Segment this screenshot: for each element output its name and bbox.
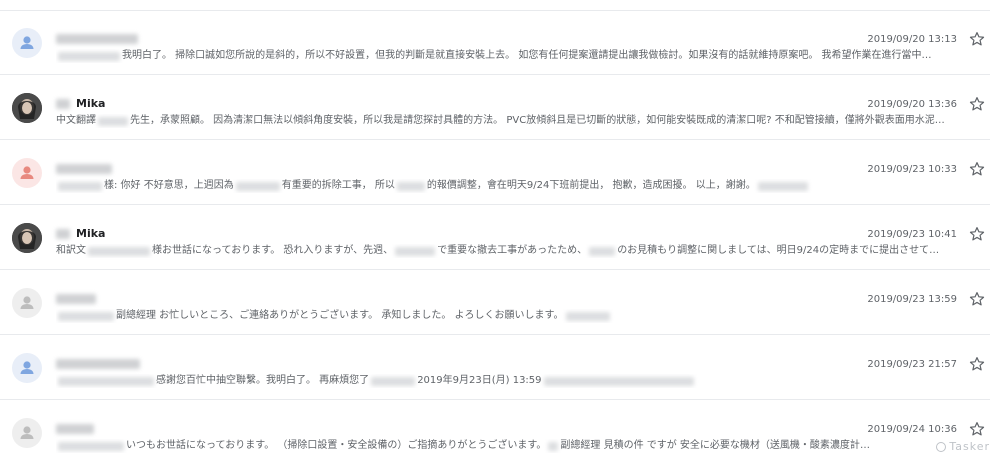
redacted-sender: [56, 98, 70, 109]
redacted-text: [58, 311, 114, 321]
redacted-sender: [56, 358, 140, 369]
star-outline-icon[interactable]: [968, 160, 986, 178]
message-row[interactable]: 2019/09/23 21:57 感謝您百忙中抽空聯繫。我明白了。 再麻煩您了 …: [0, 336, 990, 400]
redacted-text: [543, 376, 694, 386]
redacted-sender: [56, 293, 96, 304]
sender-avatar: [12, 93, 42, 123]
redacted-text: [58, 181, 102, 191]
snippet-text-end: のお見積もり調整に関しましては、明日9/24の定時までに提出させて: [617, 245, 930, 256]
redacted-text: [395, 246, 436, 256]
photo-avatar: [12, 93, 42, 123]
person-icon: [20, 361, 34, 374]
redacted-sender: [56, 228, 70, 239]
snippet-text: 樣: 你好 不好意思，上週因為: [104, 180, 234, 191]
message-snippet: 我明白了。 掃除口誠如您所說的是斜的，所以不好設置，但我的判斷是就直接安裝上去。…: [56, 49, 976, 63]
sender-avatar: [12, 158, 42, 188]
sender-avatar: [12, 288, 42, 318]
message-snippet: 副總經理 お忙しいところ、ご連絡ありがとうございます。 承知しました。 よろしく…: [56, 309, 976, 323]
message-date: 2019/09/23 10:41: [867, 229, 957, 240]
redacted-text: [548, 441, 559, 451]
redacted-sender: [56, 163, 112, 174]
snippet-prefix: 和訳文: [56, 245, 86, 256]
message-date: 2019/09/23 21:57: [867, 359, 957, 370]
redacted-text: [58, 376, 154, 386]
message-row[interactable]: Mika 2019/09/20 13:36 中文翻譯 先生，承蒙照顧。 因為清潔…: [0, 76, 990, 140]
message-snippet: 感謝您百忙中抽空聯繫。我明白了。 再麻煩您了 2019年9月23日(月) 13:…: [56, 374, 976, 388]
message-row[interactable]: 2019/09/20 13:13 我明白了。 掃除口誠如您所說的是斜的，所以不好…: [0, 11, 990, 75]
redacted-text: [58, 441, 124, 451]
redacted-sender: [56, 423, 94, 434]
redacted-text: [235, 181, 280, 191]
sender-name: [56, 292, 96, 305]
snippet-text-mid: で重要な撤去工事があったため、: [437, 245, 588, 256]
message-snippet: 中文翻譯 先生，承蒙照顧。 因為清潔口無法以傾斜角度安裝，所以我是請您探討具體的…: [56, 114, 976, 128]
sender-name: Mika: [56, 227, 105, 240]
snippet-ellipsis: …: [934, 115, 945, 126]
snippet-text-end: 的報價調整，會在明天9/24下班前提出， 抱歉，造成困擾。 以上，謝謝。: [426, 180, 756, 191]
sender-avatar: [12, 418, 42, 448]
star-outline-icon[interactable]: [968, 355, 986, 373]
snippet-text: 先生，承蒙照顧。 因為清潔口無法以傾斜角度安裝，所以我是請您探討具體的方法。 P…: [130, 115, 935, 126]
sender-avatar: [12, 28, 42, 58]
sender-name: [56, 162, 112, 175]
message-snippet: 和訳文 様お世話になっております。 恐れ入りますが、先週、 で重要な撤去工事があ…: [56, 244, 976, 258]
message-list: 2019/09/20 13:13 我明白了。 掃除口誠如您所說的是斜的，所以不好…: [0, 0, 1000, 461]
snippet-text-mid: 副總經理 見積の件 ですが 安全に必要な機材（送風機・酸素濃度計: [560, 440, 860, 451]
snippet-text-mid: 有重要的拆除工事， 所以: [281, 180, 395, 191]
redacted-text: [757, 181, 808, 191]
redacted-text: [371, 376, 416, 386]
snippet-text: 様お世話になっております。 恐れ入りますが、先週、: [152, 245, 394, 256]
person-icon: [20, 426, 34, 439]
person-icon: [20, 166, 34, 179]
photo-avatar: [12, 223, 42, 253]
snippet-text-mid: 2019年9月23日(月) 13:59: [417, 375, 542, 386]
message-row[interactable]: 2019/09/24 10:36 いつもお世話になっております。 （掃除口設置・…: [0, 401, 990, 465]
redacted-text: [589, 246, 616, 256]
star-outline-icon[interactable]: [968, 420, 986, 438]
message-date: 2019/09/23 13:59: [867, 294, 957, 305]
sender-name: Mika: [56, 97, 105, 110]
message-row[interactable]: 2019/09/23 13:59 副總經理 お忙しいところ、ご連絡ありがとうござ…: [0, 271, 990, 335]
watermark-logo-icon: [936, 441, 947, 452]
snippet-text: いつもお世話になっております。 （掃除口設置・安全設備の）ご指摘ありがとうござい…: [126, 440, 547, 451]
message-row[interactable]: Mika 2019/09/23 10:41 和訳文 様お世話になっております。 …: [0, 206, 990, 270]
person-icon: [20, 296, 34, 309]
message-date: 2019/09/20 13:36: [867, 99, 957, 110]
redacted-sender: [56, 33, 138, 44]
sender-avatar: [12, 223, 42, 253]
snippet-text: 感謝您百忙中抽空聯繫。我明白了。 再麻煩您了: [156, 375, 370, 386]
redacted-text: [58, 51, 120, 61]
snippet-ellipsis: …: [859, 440, 870, 451]
snippet-text: 副總經理 お忙しいところ、ご連絡ありがとうございます。 承知しました。 よろしく…: [116, 310, 564, 321]
sender-avatar: [12, 353, 42, 383]
snippet-ellipsis: …: [921, 50, 932, 61]
star-outline-icon[interactable]: [968, 95, 986, 113]
redacted-text: [396, 181, 425, 191]
star-outline-icon[interactable]: [968, 290, 986, 308]
star-outline-icon[interactable]: [968, 30, 986, 48]
watermark-text: Tasker: [949, 440, 990, 453]
message-date: 2019/09/23 10:33: [867, 164, 957, 175]
message-snippet: 樣: 你好 不好意思，上週因為 有重要的拆除工事， 所以 的報價調整，會在明天9…: [56, 179, 976, 193]
redacted-text: [88, 246, 150, 256]
star-outline-icon[interactable]: [968, 225, 986, 243]
redacted-text: [98, 116, 128, 126]
snippet-text: 我明白了。 掃除口誠如您所說的是斜的，所以不好設置，但我的判斷是就直接安裝上去。…: [122, 50, 922, 61]
snippet-ellipsis: …: [929, 245, 940, 256]
sender-name: [56, 32, 138, 45]
sender-name: [56, 422, 94, 435]
sender-name-text: Mika: [76, 227, 106, 240]
message-snippet: いつもお世話になっております。 （掃除口設置・安全設備の）ご指摘ありがとうござい…: [56, 439, 976, 453]
watermark: Tasker: [936, 440, 990, 453]
sender-name: [56, 357, 140, 370]
snippet-prefix: 中文翻譯: [56, 115, 96, 126]
message-date: 2019/09/20 13:13: [867, 34, 957, 45]
sender-name-text: Mika: [76, 97, 106, 110]
message-date: 2019/09/24 10:36: [867, 424, 957, 435]
message-row[interactable]: 2019/09/23 10:33 樣: 你好 不好意思，上週因為 有重要的拆除工…: [0, 141, 990, 205]
redacted-text: [565, 311, 610, 321]
person-icon: [20, 36, 34, 49]
